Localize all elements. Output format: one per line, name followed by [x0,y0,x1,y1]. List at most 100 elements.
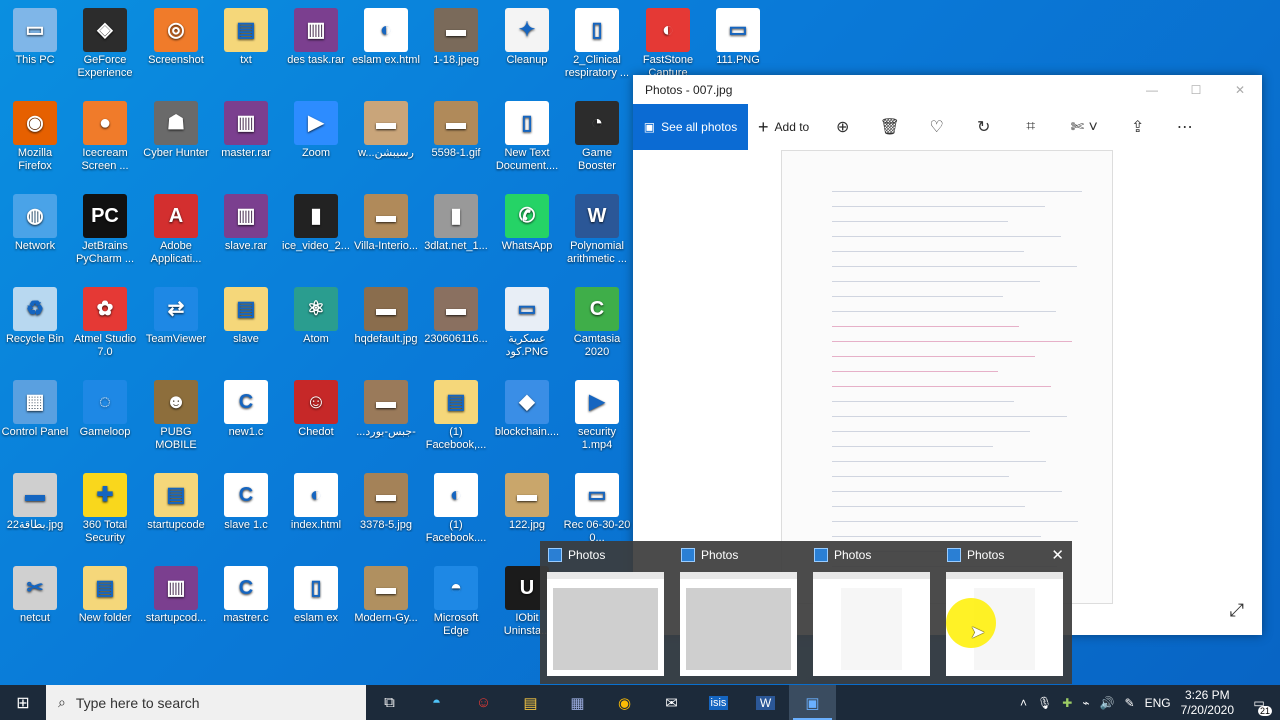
desktop-icon[interactable]: ▬ Villa-Interio... [351,194,421,253]
volume-icon[interactable]: 🔊 [1100,696,1115,710]
maximize-button[interactable]: ☐ [1174,83,1218,97]
desktop-icon[interactable]: ▬ ...جبس-بورد- [351,380,421,439]
desktop-icon[interactable]: ▮ 3dlat.net_1... [421,194,491,253]
desktop-icon[interactable]: ▬ 5598-1.gif [421,101,491,160]
pen-icon[interactable]: ✎ [1125,696,1135,710]
desktop-icon[interactable]: ▭ This PC [0,8,70,67]
add-to-button[interactable]: + Add to [748,117,819,138]
desktop-icon[interactable]: ◐ index.html [281,473,351,532]
desktop-icon[interactable]: ▬ 230606116... [421,287,491,346]
desktop-icon[interactable]: ▭ Rec 06-30-20 0... [562,473,632,545]
notification-center-button[interactable]: ▭ 21 [1244,696,1274,716]
desktop-icon[interactable]: ▬ hqdefault.jpg [351,287,421,346]
security-icon[interactable]: ✚ [1062,696,1072,710]
clock[interactable]: 3:26 PM 7/20/2020 [1181,688,1234,718]
rotate-button[interactable]: ↻ [960,117,1007,137]
desktop-icon[interactable]: ▯ eslam ex [281,566,351,625]
taskbar-file-explorer[interactable]: ▤ [507,685,554,720]
see-all-photos-button[interactable]: ▣ See all photos [633,104,748,150]
close-button[interactable]: ✕ [1218,83,1262,97]
desktop-icon[interactable]: ☻ PUBG MOBILE [141,380,211,452]
desktop-icon[interactable]: ▶ security 1.mp4 [562,380,632,452]
taskbar-word[interactable]: W [742,685,789,720]
desktop-icon[interactable]: ◐ FastStone Capture [633,8,703,80]
taskbar-edge[interactable]: ◓ [413,685,460,720]
desktop-icon[interactable]: ▯ 2_Clinical respiratory ... [562,8,632,80]
desktop-icon[interactable]: ▮ ice_video_2... [281,194,351,253]
taskbar-chedot[interactable]: ☺ [460,685,507,720]
desktop-icon[interactable]: ▭ عسكرية كود.PNG [492,287,562,359]
taskbar-isis[interactable]: isis [695,685,742,720]
delete-button[interactable]: 🗑 [866,117,913,137]
edit-create-button[interactable]: ✄ ˅ [1054,117,1114,137]
desktop-icon[interactable]: ▯ New Text Document.... [492,101,562,173]
desktop-icon[interactable]: ◔ Game Booster [562,101,632,173]
close-thumbnail-icon[interactable]: ✕ [1051,546,1064,564]
task-view-button[interactable]: ⧉ [366,685,413,720]
desktop-icon[interactable]: ⇄ TeamViewer [141,287,211,346]
desktop-icon[interactable]: ☗ Cyber Hunter [141,101,211,160]
desktop-icon[interactable]: ▤ (1) Facebook,... [421,380,491,452]
desktop-icon[interactable]: W Polynomial arithmetic ... [562,194,632,266]
desktop-icon[interactable]: ▶ Zoom [281,101,351,160]
desktop-icon[interactable]: ▬ Modern-Gy... [351,566,421,625]
taskbar-store[interactable]: ▦ [554,685,601,720]
photos-titlebar[interactable]: Photos - 007.jpg — ☐ ✕ [633,75,1262,104]
desktop-icon[interactable]: ◉ Mozilla Firefox [0,101,70,173]
language-indicator[interactable]: ENG [1145,696,1171,710]
desktop-icon[interactable]: ▬ 122.jpg [492,473,562,532]
more-button[interactable]: ⋯ [1161,117,1208,137]
microphone-icon[interactable]: 🎙 [1037,696,1052,710]
favorite-button[interactable]: ♡ [913,117,960,137]
desktop-icon[interactable]: ☺ Chedot [281,380,351,439]
desktop-icon[interactable]: ▥ startupcod... [141,566,211,625]
desktop-icon[interactable]: ▭ 111.PNG [703,8,773,67]
taskbar-photos[interactable]: ▣ [789,685,836,720]
desktop-icon[interactable]: ▬ 3378-5.jpg [351,473,421,532]
desktop-icon[interactable]: ◍ Network [0,194,70,253]
photos-thumbnail-2[interactable]: Photos [673,541,806,684]
desktop-icon[interactable]: ▥ master.rar [211,101,281,160]
crop-button[interactable]: ⌗ [1007,118,1054,136]
desktop-icon[interactable]: ♻ Recycle Bin [0,287,70,346]
desktop-icon[interactable]: ◐ eslam ex.html [351,8,421,67]
desktop-icon[interactable]: PC JetBrains PyCharm ... [70,194,140,266]
desktop-icon[interactable]: ▤ slave [211,287,281,346]
taskbar-mail[interactable]: ✉ [648,685,695,720]
desktop-icon[interactable]: ◆ blockchain.... [492,380,562,439]
start-button[interactable]: ⊞ [0,685,46,720]
desktop-icon[interactable]: ▥ des task.rar [281,8,351,67]
desktop-icon[interactable]: ▤ New folder [70,566,140,625]
desktop-icon[interactable]: C Camtasia 2020 [562,287,632,359]
photos-thumbnail-3[interactable]: Photos [806,541,939,684]
taskbar-chrome[interactable]: ◉ [601,685,648,720]
desktop-icon[interactable]: A Adobe Applicati... [141,194,211,266]
taskbar-search-box[interactable]: ⌕ Type here to search [46,685,366,720]
desktop-icon[interactable]: ▤ txt [211,8,281,67]
desktop-icon[interactable]: ▥ slave.rar [211,194,281,253]
desktop-icon[interactable]: ◐ (1) Facebook.... [421,473,491,545]
desktop-icon[interactable]: ✚ 360 Total Security [70,473,140,545]
desktop-icon[interactable]: ▤ startupcode [141,473,211,532]
desktop-icon[interactable]: ▦ Control Panel [0,380,70,439]
chevron-up-icon[interactable]: ˄ [1020,696,1027,710]
desktop-icon[interactable]: ✂ netcut [0,566,70,625]
photos-thumbnail-1[interactable]: Photos [540,541,673,684]
desktop-icon[interactable]: Cslave 1.c [211,473,281,532]
desktop-icon[interactable]: ◌ Gameloop [70,380,140,439]
desktop-icon[interactable]: Cnew1.c [211,380,281,439]
desktop-icon[interactable]: ◈ GeForce Experience [70,8,140,80]
zoom-button[interactable]: ⊕ [819,117,866,137]
desktop-icon[interactable]: ▬ بطاقة22.jpg [0,473,70,532]
share-button[interactable]: ⇪ [1114,117,1161,137]
desktop-icon[interactable]: ▬ w...رسيبشن [351,101,421,160]
desktop-icon[interactable]: Cmastrer.c [211,566,281,625]
desktop-icon[interactable]: ⚛ Atom [281,287,351,346]
fullscreen-button[interactable]: ⤢ [1230,600,1244,621]
desktop-icon[interactable]: ✦ Cleanup [492,8,562,67]
desktop-icon[interactable]: ✿ Atmel Studio 7.0 [70,287,140,359]
desktop-icon[interactable]: ▬ 1-18.jpeg [421,8,491,67]
desktop-icon[interactable]: ● Icecream Screen ... [70,101,140,173]
desktop-icon[interactable]: ◎ Screenshot [141,8,211,67]
minimize-button[interactable]: — [1130,83,1174,97]
